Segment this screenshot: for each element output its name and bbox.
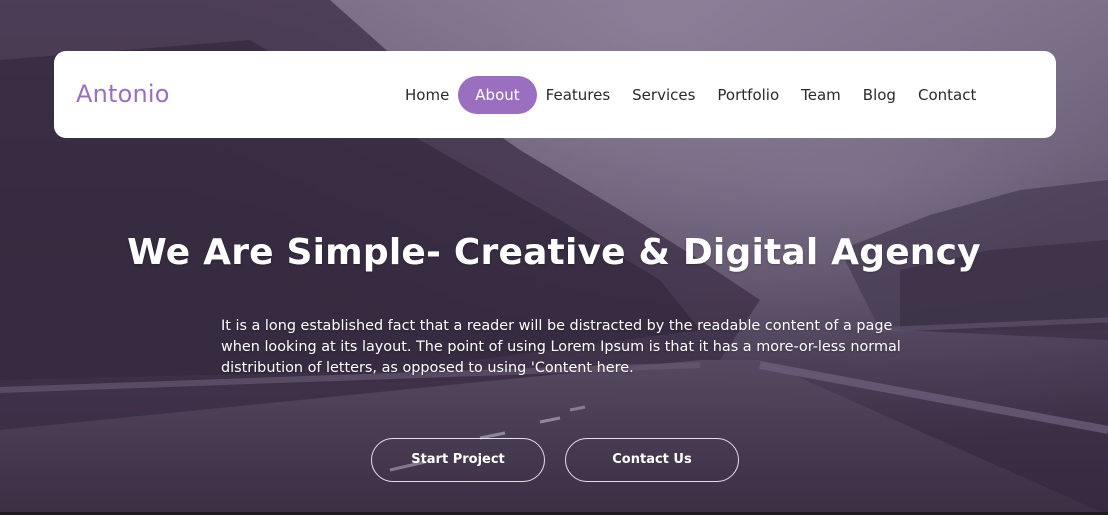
- brand-logo[interactable]: Antonio: [76, 51, 170, 138]
- hero-title: We Are Simple- Creative & Digital Agency: [127, 232, 981, 273]
- navbar: Antonio Home About Features Services Por…: [54, 51, 1056, 138]
- hero-description: It is a long established fact that a rea…: [221, 318, 901, 376]
- main-nav: Home About Features Services Portfolio T…: [394, 76, 987, 114]
- nav-item-about[interactable]: About: [458, 76, 537, 114]
- nav-item-services[interactable]: Services: [621, 76, 706, 114]
- nav-item-portfolio[interactable]: Portfolio: [706, 76, 790, 114]
- nav-item-team[interactable]: Team: [790, 76, 852, 114]
- nav-item-blog[interactable]: Blog: [852, 76, 907, 114]
- start-project-button[interactable]: Start Project: [371, 438, 545, 482]
- nav-item-features[interactable]: Features: [535, 76, 622, 114]
- nav-item-home[interactable]: Home: [394, 76, 460, 114]
- contact-us-button[interactable]: Contact Us: [565, 438, 739, 482]
- nav-item-contact[interactable]: Contact: [907, 76, 987, 114]
